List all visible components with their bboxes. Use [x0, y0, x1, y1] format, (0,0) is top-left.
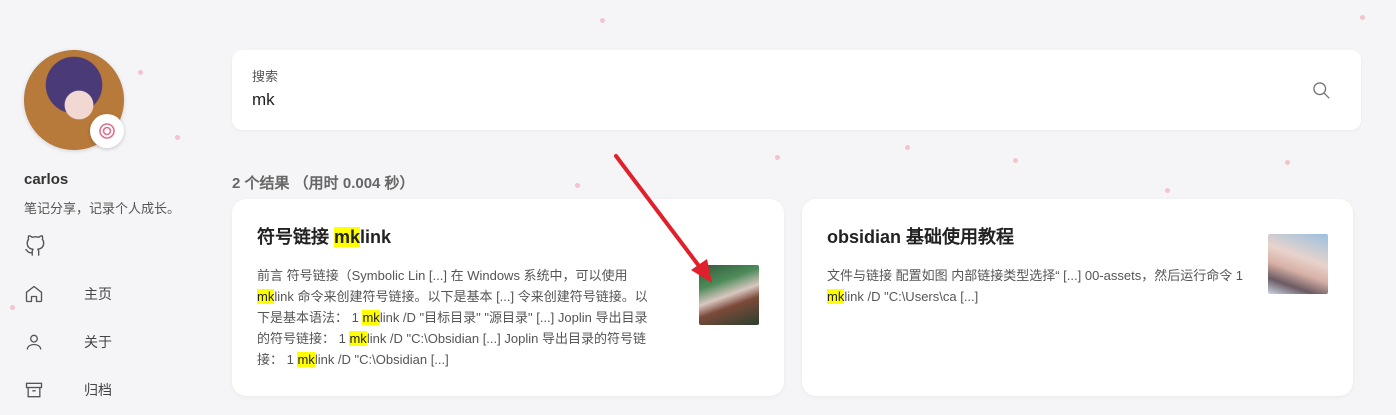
nav-about[interactable]: 关于	[24, 332, 112, 352]
result-card[interactable]: 符号链接 mklink 前言 符号链接（Symbolic Lin [...] 在…	[232, 199, 784, 396]
result-title[interactable]: obsidian 基础使用教程	[827, 223, 1014, 249]
status-badge-icon	[90, 114, 124, 148]
result-title[interactable]: 符号链接 mklink	[257, 223, 391, 249]
archive-icon	[24, 380, 44, 400]
result-excerpt: 前言 符号链接（Symbolic Lin [...] 在 Windows 系统中…	[257, 268, 648, 367]
search-input[interactable]	[252, 90, 1252, 110]
result-card[interactable]: obsidian 基础使用教程 文件与链接 配置如图 内部链接类型选择“ [..…	[802, 199, 1353, 396]
highlight-match: mk	[349, 331, 367, 346]
result-thumbnail[interactable]	[1268, 234, 1328, 294]
highlight-match: mk	[257, 289, 275, 304]
search-icon[interactable]	[1311, 80, 1331, 100]
sidebar: carlos 笔记分享，记录个人成长。 主页 关于 归档	[0, 0, 210, 415]
nav-archive-label: 归档	[84, 382, 112, 398]
nav-home-label: 主页	[84, 286, 112, 302]
result-count: 2 个结果 （用时 0.004 秒）	[232, 175, 415, 192]
nav-archive[interactable]: 归档	[24, 380, 112, 400]
nav-home[interactable]: 主页	[24, 284, 112, 304]
user-bio: 笔记分享，记录个人成长。	[24, 201, 181, 216]
nav-about-label: 关于	[84, 334, 112, 350]
result-thumbnail[interactable]	[699, 265, 759, 325]
result-excerpt: 文件与链接 配置如图 内部链接类型选择“ [...] 00-assets，然后运…	[827, 268, 1244, 304]
highlight-match: mk	[362, 310, 380, 325]
highlight-match: mk	[827, 289, 845, 304]
home-icon	[24, 284, 44, 304]
user-icon	[24, 332, 44, 352]
search-label: 搜索	[252, 69, 279, 84]
username: carlos	[24, 171, 69, 188]
avatar-container[interactable]	[24, 50, 124, 150]
highlight-match: mk	[297, 352, 315, 367]
highlight-match: mk	[334, 227, 361, 247]
search-box: 搜索	[232, 50, 1361, 130]
github-icon[interactable]	[24, 235, 46, 257]
